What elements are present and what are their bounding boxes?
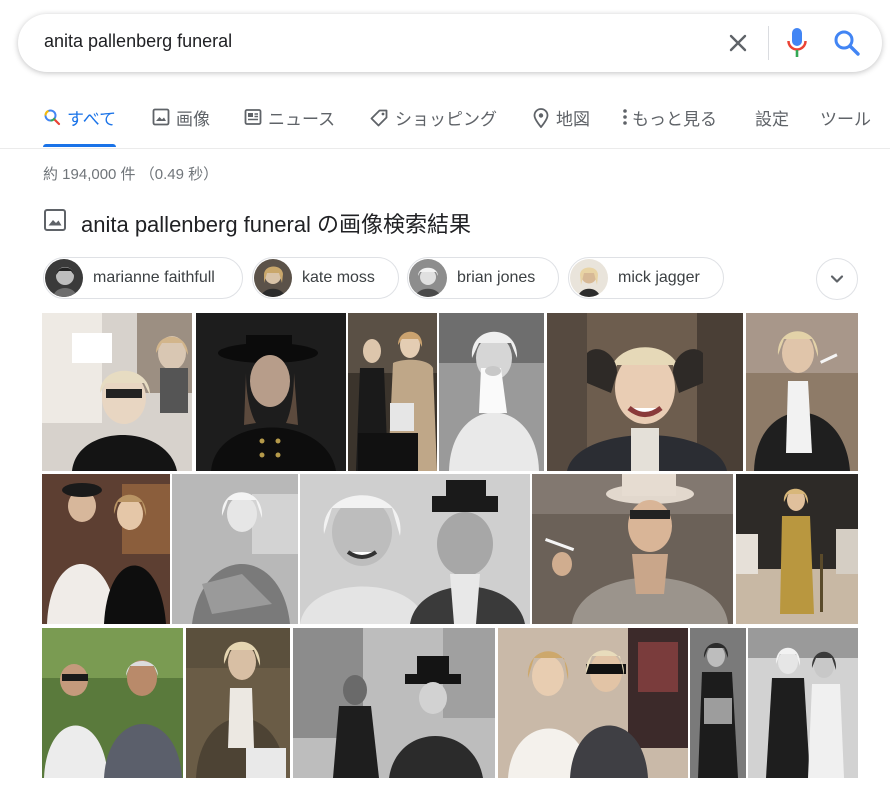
image-result[interactable]	[439, 313, 544, 471]
image-result[interactable]	[293, 628, 495, 778]
search-icon	[43, 108, 61, 131]
chip-label: marianne faithfull	[93, 269, 215, 286]
image-result[interactable]	[547, 313, 743, 471]
image-result[interactable]	[42, 628, 183, 778]
chip-thumbnail	[254, 259, 292, 297]
image-results-heading[interactable]: anita pallenberg funeral の画像検索結果	[43, 207, 471, 239]
news-icon	[244, 108, 262, 131]
chip-brian-jones[interactable]: brian jones	[407, 257, 559, 299]
image-result[interactable]	[196, 313, 346, 471]
search-tabs: すべて 画像 ニュース ショッピング 地図 もっと見る 設定 ツール	[0, 105, 890, 149]
image-result[interactable]	[532, 474, 733, 624]
image-icon	[43, 208, 67, 238]
image-result[interactable]	[348, 313, 437, 471]
search-button[interactable]	[832, 28, 862, 58]
chevron-down-icon	[830, 275, 844, 283]
active-tab-indicator	[43, 144, 117, 147]
tab-label: ショッピング	[395, 110, 497, 129]
microphone-icon[interactable]	[786, 27, 808, 59]
search-input[interactable]: anita pallenberg funeral	[44, 31, 232, 52]
tab-settings[interactable]: 設定	[755, 105, 789, 149]
tab-label: ツール	[820, 110, 871, 129]
image-result[interactable]	[300, 474, 530, 624]
tab-all[interactable]: すべて	[43, 105, 117, 149]
image-results-title: anita pallenberg funeral の画像検索結果	[81, 212, 472, 237]
tab-more[interactable]: もっと見る	[622, 105, 717, 149]
tab-label: 設定	[755, 110, 789, 129]
search-icon	[834, 30, 860, 56]
tab-news[interactable]: ニュース	[244, 105, 335, 149]
chip-thumbnail	[409, 259, 447, 297]
chip-label: mick jagger	[618, 269, 700, 286]
image-result[interactable]	[736, 474, 858, 624]
image-result[interactable]	[186, 628, 290, 778]
chip-mick-jagger[interactable]: mick jagger	[568, 257, 724, 299]
tab-shopping[interactable]: ショッピング	[369, 105, 497, 149]
chip-thumbnail	[570, 259, 608, 297]
tag-icon	[369, 108, 389, 133]
image-result[interactable]	[498, 628, 688, 778]
tab-label: もっと見る	[632, 110, 717, 129]
clear-icon[interactable]	[724, 29, 752, 57]
image-result[interactable]	[42, 474, 170, 624]
image-result[interactable]	[690, 628, 746, 778]
chip-marianne-faithfull[interactable]: marianne faithfull	[43, 257, 243, 299]
image-result[interactable]	[42, 313, 192, 471]
image-result[interactable]	[746, 313, 858, 471]
tab-label: すべて	[67, 110, 117, 129]
image-icon	[152, 108, 170, 131]
chip-thumbnail	[45, 259, 83, 297]
tab-tools[interactable]: ツール	[820, 105, 871, 149]
tab-label: 地図	[556, 110, 590, 129]
tab-images[interactable]: 画像	[152, 105, 210, 149]
tab-label: ニュース	[268, 110, 336, 129]
image-result[interactable]	[172, 474, 298, 624]
tab-label: 画像	[176, 110, 210, 129]
image-result[interactable]	[748, 628, 858, 778]
chip-label: brian jones	[457, 269, 536, 286]
more-vert-icon	[622, 108, 628, 131]
result-stats: 約 194,000 件 （0.49 秒）	[43, 166, 219, 183]
expand-chips-button[interactable]	[816, 258, 858, 300]
chip-kate-moss[interactable]: kate moss	[252, 257, 399, 299]
search-box[interactable]: anita pallenberg funeral	[18, 14, 882, 72]
map-pin-icon	[532, 108, 550, 133]
tab-maps[interactable]: 地図	[532, 105, 590, 149]
chip-label: kate moss	[302, 269, 375, 286]
search-separator	[768, 26, 769, 60]
tabs-divider	[0, 148, 890, 149]
